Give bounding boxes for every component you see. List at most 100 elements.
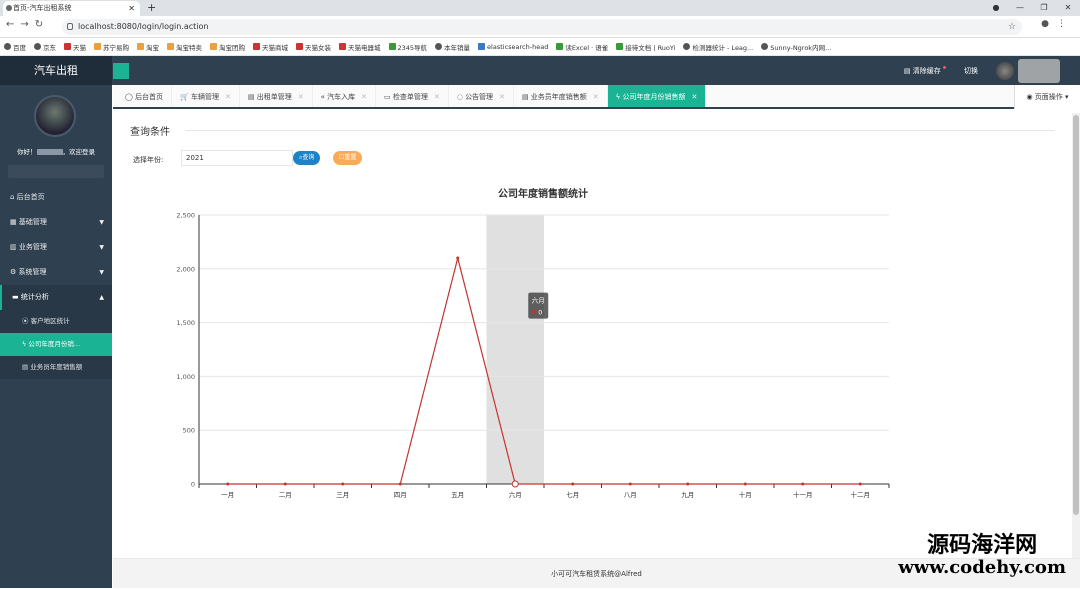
close-tab-icon[interactable]: ✕: [593, 93, 599, 101]
account-icon[interactable]: ●: [1041, 19, 1057, 29]
sidebar-subitem-customer-region[interactable]: ⦿ 客户地区统计: [0, 310, 112, 333]
bookmark-item[interactable]: 接待文档 | RuoYi: [616, 42, 675, 52]
scrollbar[interactable]: [1072, 113, 1080, 583]
page-tab[interactable]: ϟ 公司年度月份销售额✕: [608, 85, 707, 107]
minimize-icon[interactable]: —: [1008, 0, 1032, 16]
sidebar-item-home[interactable]: ⌂ 后台首页: [0, 185, 112, 210]
restore-icon[interactable]: ❐: [1032, 0, 1056, 16]
info-icon[interactable]: [67, 23, 73, 30]
year-label: 选择年份:: [133, 155, 163, 165]
bookmark-icon: [64, 43, 71, 50]
page-tab[interactable]: 🛒 车辆管理✕: [172, 85, 240, 107]
data-point: [744, 483, 746, 485]
page-tab[interactable]: « 汽车入库✕: [313, 85, 376, 107]
browser-tab[interactable]: 首页-汽车出租系统 ✕: [3, 1, 140, 16]
back-icon[interactable]: ←: [6, 19, 20, 30]
bookmark-item[interactable]: 本年销量: [435, 42, 470, 52]
bookmark-item[interactable]: Sunny-Ngrok内网...: [761, 42, 831, 52]
bookmark-icon: [556, 43, 563, 50]
bookmark-item[interactable]: 读Excel · 语雀: [556, 42, 608, 52]
sidebar-item-business[interactable]: ▥ 业务管理▼: [0, 235, 112, 260]
bookmark-icon: [4, 43, 11, 50]
reset-button[interactable]: ☐重置: [333, 151, 362, 165]
window-controls: ● — ❐ ✕: [984, 0, 1080, 16]
scrollbar-thumb[interactable]: [1073, 115, 1079, 515]
page-tab[interactable]: ▭ 检查单管理✕: [376, 85, 449, 107]
close-tab-icon[interactable]: ✕: [692, 93, 698, 101]
bookmark-item[interactable]: 京东: [34, 42, 56, 52]
x-tick-label: 七月: [566, 490, 579, 499]
y-tick-label: 2,000: [176, 265, 195, 273]
user-menu[interactable]: [996, 59, 1060, 83]
bookmark-item[interactable]: 天猫电器城: [339, 42, 381, 52]
sidebar-item-system[interactable]: ⚙ 系统管理▼: [0, 260, 112, 285]
x-tick-label: 十二月: [851, 490, 871, 499]
bookmark-item[interactable]: 天猫女装: [296, 42, 331, 52]
chevron-down-icon: ▼: [99, 260, 104, 285]
profile-icon[interactable]: ●: [984, 0, 1008, 16]
chevron-up-icon: ▲: [99, 285, 104, 310]
bookmark-label: 百度: [13, 42, 26, 52]
sidebar-subitem-monthly-sales[interactable]: ϟ 公司年度月份销...: [0, 333, 112, 356]
tooltip-value: 0: [538, 309, 542, 317]
bookmark-item[interactable]: 天猫商城: [253, 42, 288, 52]
sidebar-toggle-button[interactable]: [113, 63, 129, 79]
page-tab-label: 公司年度月份销售额: [623, 93, 686, 101]
sidebar-subitem-salesperson[interactable]: ▤ 业务员年度销售额: [0, 356, 112, 379]
bookmark-icon: [137, 43, 144, 50]
bookmark-item[interactable]: 淘宝特卖: [167, 42, 202, 52]
new-tab-icon[interactable]: +: [147, 0, 156, 16]
bookmark-item[interactable]: 淘宝团购: [210, 42, 245, 52]
data-point: [457, 257, 459, 259]
page-ops-button[interactable]: ◉ 页面操作 ▾: [1014, 85, 1080, 109]
bookmark-item[interactable]: 苏宁易购: [94, 42, 129, 52]
bookmark-icon: [253, 43, 260, 50]
close-tab-icon[interactable]: ✕: [499, 93, 505, 101]
page-tab-label: 后台首页: [135, 93, 163, 101]
bookmark-item[interactable]: elasticsearch-head: [478, 43, 548, 51]
bookmark-item[interactable]: 2345导航: [389, 42, 428, 52]
bookmark-item[interactable]: 检测器统计 - Leag...: [683, 42, 753, 52]
sidebar-item-stats[interactable]: ▬ 统计分析▲: [0, 285, 112, 310]
bookmark-item[interactable]: 百度: [4, 42, 26, 52]
close-tab-icon[interactable]: ✕: [225, 93, 231, 101]
address-bar-row: ←→↻ localhost:8080/login/login.action ☆ …: [0, 16, 1080, 38]
bookmark-item[interactable]: 天猫: [64, 42, 86, 52]
page-tab[interactable]: ◌ 公告管理✕: [449, 85, 514, 107]
x-tick-label: 十月: [739, 490, 752, 499]
close-tab-icon[interactable]: ✕: [128, 1, 135, 16]
x-tick-label: 二月: [279, 491, 292, 499]
forward-icon[interactable]: →: [20, 19, 34, 30]
divider: [185, 130, 1055, 131]
close-tab-icon[interactable]: ✕: [298, 93, 304, 101]
close-tab-icon[interactable]: ✕: [434, 93, 440, 101]
theme-button[interactable]: 切换: [964, 66, 978, 76]
sidebar-item-basic[interactable]: ▦ 基础管理▼: [0, 210, 112, 235]
welcome-suffix: ，欢迎登录: [63, 148, 96, 156]
nav-buttons: ←→↻: [6, 19, 49, 30]
username-redacted: [1018, 59, 1060, 83]
page-tab[interactable]: ▤ 业务员年度销售额✕: [514, 85, 608, 107]
bookmark-label: 检测器统计 - Leag...: [692, 42, 753, 52]
page-tabs: ◯ 后台首页🛒 车辆管理✕▤ 出租单管理✕« 汽车入库✕▭ 检查单管理✕◌ 公告…: [113, 85, 1080, 109]
url-input[interactable]: localhost:8080/login/login.action ☆: [62, 19, 1022, 35]
bookmark-item[interactable]: 淘宝: [137, 42, 159, 52]
window-close-icon[interactable]: ✕: [1056, 0, 1080, 16]
page-tab[interactable]: ◯ 后台首页: [117, 85, 172, 107]
data-point: [399, 483, 401, 485]
search-button[interactable]: ⌕查询: [293, 151, 320, 165]
menu-kebab-icon[interactable]: ⋮: [1057, 19, 1074, 29]
bookmark-icon: [389, 43, 396, 50]
reload-icon[interactable]: ↻: [35, 19, 49, 30]
hover-band: [487, 215, 545, 484]
bookmark-star-icon[interactable]: ☆: [1008, 19, 1016, 35]
x-tick-label: 十一月: [793, 490, 813, 499]
header-right: ▤ 清除缓存 切换: [904, 56, 1080, 85]
page-tab[interactable]: ▤ 出租单管理✕: [240, 85, 313, 107]
sidebar-search-input[interactable]: [8, 165, 104, 178]
sidebar-item-label: 后台首页: [17, 193, 45, 201]
data-point: [227, 483, 229, 485]
clear-cache-button[interactable]: ▤ 清除缓存: [904, 66, 946, 76]
close-tab-icon[interactable]: ✕: [361, 93, 367, 101]
year-input[interactable]: 2021: [181, 150, 293, 166]
